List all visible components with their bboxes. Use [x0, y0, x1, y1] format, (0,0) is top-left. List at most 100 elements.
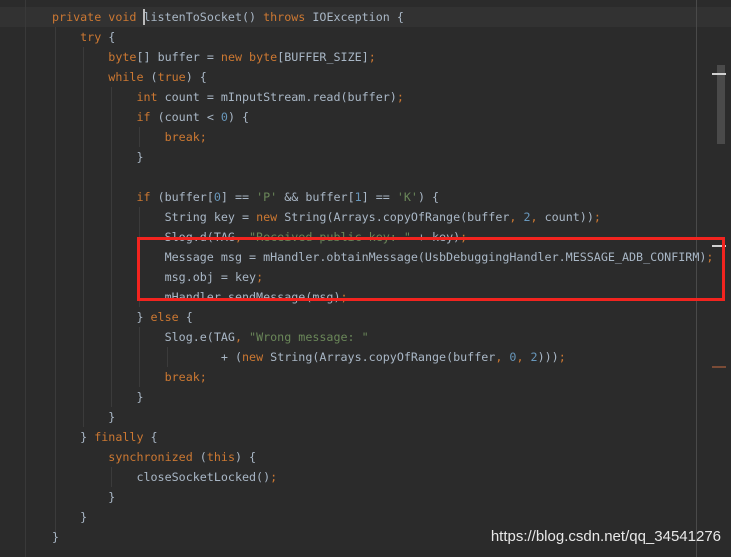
text-caret: [143, 9, 145, 25]
code-line: Slog.e(TAG, "Wrong message: ": [52, 327, 713, 347]
code-token: try: [52, 30, 109, 44]
code-token: ] ==: [361, 190, 397, 204]
code-token: throws: [263, 10, 313, 24]
code-token: 'P': [256, 190, 285, 204]
scroll-marker-warning: [712, 366, 726, 368]
code-token: count = mInputStream.read(buffer): [164, 90, 397, 104]
code-line: int count = mInputStream.read(buffer);: [52, 87, 713, 107]
code-token: closeSocketLocked(): [52, 470, 271, 484]
code-line: if (count < 0) {: [52, 107, 713, 127]
code-token: count)): [544, 210, 594, 224]
code-token: String(Arrays.copyOfRange(buffer: [284, 210, 510, 224]
code-line: }: [52, 387, 713, 407]
code-token: new byte: [220, 50, 278, 64]
code-token: ;: [593, 210, 601, 224]
code-token: ) {: [234, 450, 257, 464]
code-token: }: [52, 410, 116, 424]
code-token: if: [52, 110, 158, 124]
code-line: closeSocketLocked();: [52, 467, 713, 487]
code-token: byte: [52, 50, 137, 64]
code-token: }: [52, 530, 60, 544]
code-token: {: [108, 30, 116, 44]
code-token: }: [52, 510, 88, 524]
code-token: ,: [530, 210, 545, 224]
code-token: (buffer[: [157, 190, 214, 204]
code-token: ,: [516, 350, 531, 364]
code-token: new: [256, 210, 285, 224]
code-token: while: [52, 70, 151, 84]
code-token: IOException {: [312, 10, 404, 24]
code-line: + (new String(Arrays.copyOfRange(buffer,…: [52, 347, 713, 367]
code-token: this: [206, 450, 235, 464]
code-line: }: [52, 507, 713, 527]
code-token: listenToSocket(): [143, 10, 264, 24]
code-line: break;: [52, 127, 713, 147]
code-token: }: [52, 490, 116, 504]
code-line: try {: [52, 27, 713, 47]
code-token: 'K': [396, 190, 418, 204]
code-token: ] ==: [220, 190, 257, 204]
gutter-divider: [25, 0, 26, 557]
code-token: }: [52, 310, 151, 324]
code-token: break;: [52, 130, 207, 144]
code-token: new: [242, 350, 271, 364]
code-token: ;: [368, 50, 376, 64]
code-token: [BUFFER_SIZE]: [277, 50, 369, 64]
code-token: 0: [213, 190, 221, 204]
code-token: ;: [270, 470, 278, 484]
code-line: byte[] buffer = new byte[BUFFER_SIZE];: [52, 47, 713, 67]
code-token: (: [199, 450, 207, 464]
code-token: ))): [537, 350, 559, 364]
code-token: ) {: [185, 70, 207, 84]
code-token: ) {: [227, 110, 250, 124]
scrollbar-thumb[interactable]: [717, 65, 725, 144]
code-token: (: [150, 70, 158, 84]
code-token: }: [52, 150, 144, 164]
code-token: ;: [396, 90, 404, 104]
code-line: } finally {: [52, 427, 713, 447]
code-token: synchronized: [52, 450, 200, 464]
code-token: break;: [52, 370, 207, 384]
code-line: }: [52, 147, 713, 167]
code-token: 0: [220, 110, 228, 124]
code-line: synchronized (this) {: [52, 447, 713, 467]
watermark: https://blog.csdn.net/qq_34541276: [490, 528, 721, 545]
code-token: 2: [530, 350, 538, 364]
code-line: } else {: [52, 307, 713, 327]
code-token: String key =: [52, 210, 257, 224]
code-token: {: [150, 430, 158, 444]
code-token: String(Arrays.copyOfRange(buffer: [270, 350, 496, 364]
code-token: && buffer[: [284, 190, 355, 204]
code-token: ) {: [417, 190, 440, 204]
code-token: 2: [523, 210, 531, 224]
highlight-box: [137, 237, 725, 301]
code-line: break;: [52, 367, 713, 387]
code-token: (count <: [157, 110, 221, 124]
code-token: if: [52, 190, 158, 204]
code-token: private void: [52, 10, 144, 24]
code-token: true: [157, 70, 186, 84]
code-token: }: [52, 390, 144, 404]
code-token: Slog.e(TAG: [52, 330, 235, 344]
code-token: 1: [354, 190, 362, 204]
code-token: {: [185, 310, 193, 324]
code-line: String key = new String(Arrays.copyOfRan…: [52, 207, 713, 227]
scroll-marker: [712, 73, 726, 75]
code-token: }: [52, 430, 95, 444]
code-line: while (true) {: [52, 67, 713, 87]
code-token: + (: [52, 350, 242, 364]
code-token: ,: [509, 210, 524, 224]
code-line: if (buffer[0] == 'P' && buffer[1] == 'K'…: [52, 187, 713, 207]
code-token: ,: [495, 350, 510, 364]
code-token: "Wrong message: ": [249, 330, 369, 344]
code-token: [] buffer =: [136, 50, 221, 64]
code-token: ,: [234, 330, 250, 344]
code-token: else: [150, 310, 186, 324]
code-token: ;: [558, 350, 566, 364]
code-token: finally: [94, 430, 151, 444]
code-line: }: [52, 407, 713, 427]
code-line: private void listenToSocket() throws IOE…: [52, 7, 713, 27]
code-token: int: [52, 90, 165, 104]
code-line: }: [52, 487, 713, 507]
